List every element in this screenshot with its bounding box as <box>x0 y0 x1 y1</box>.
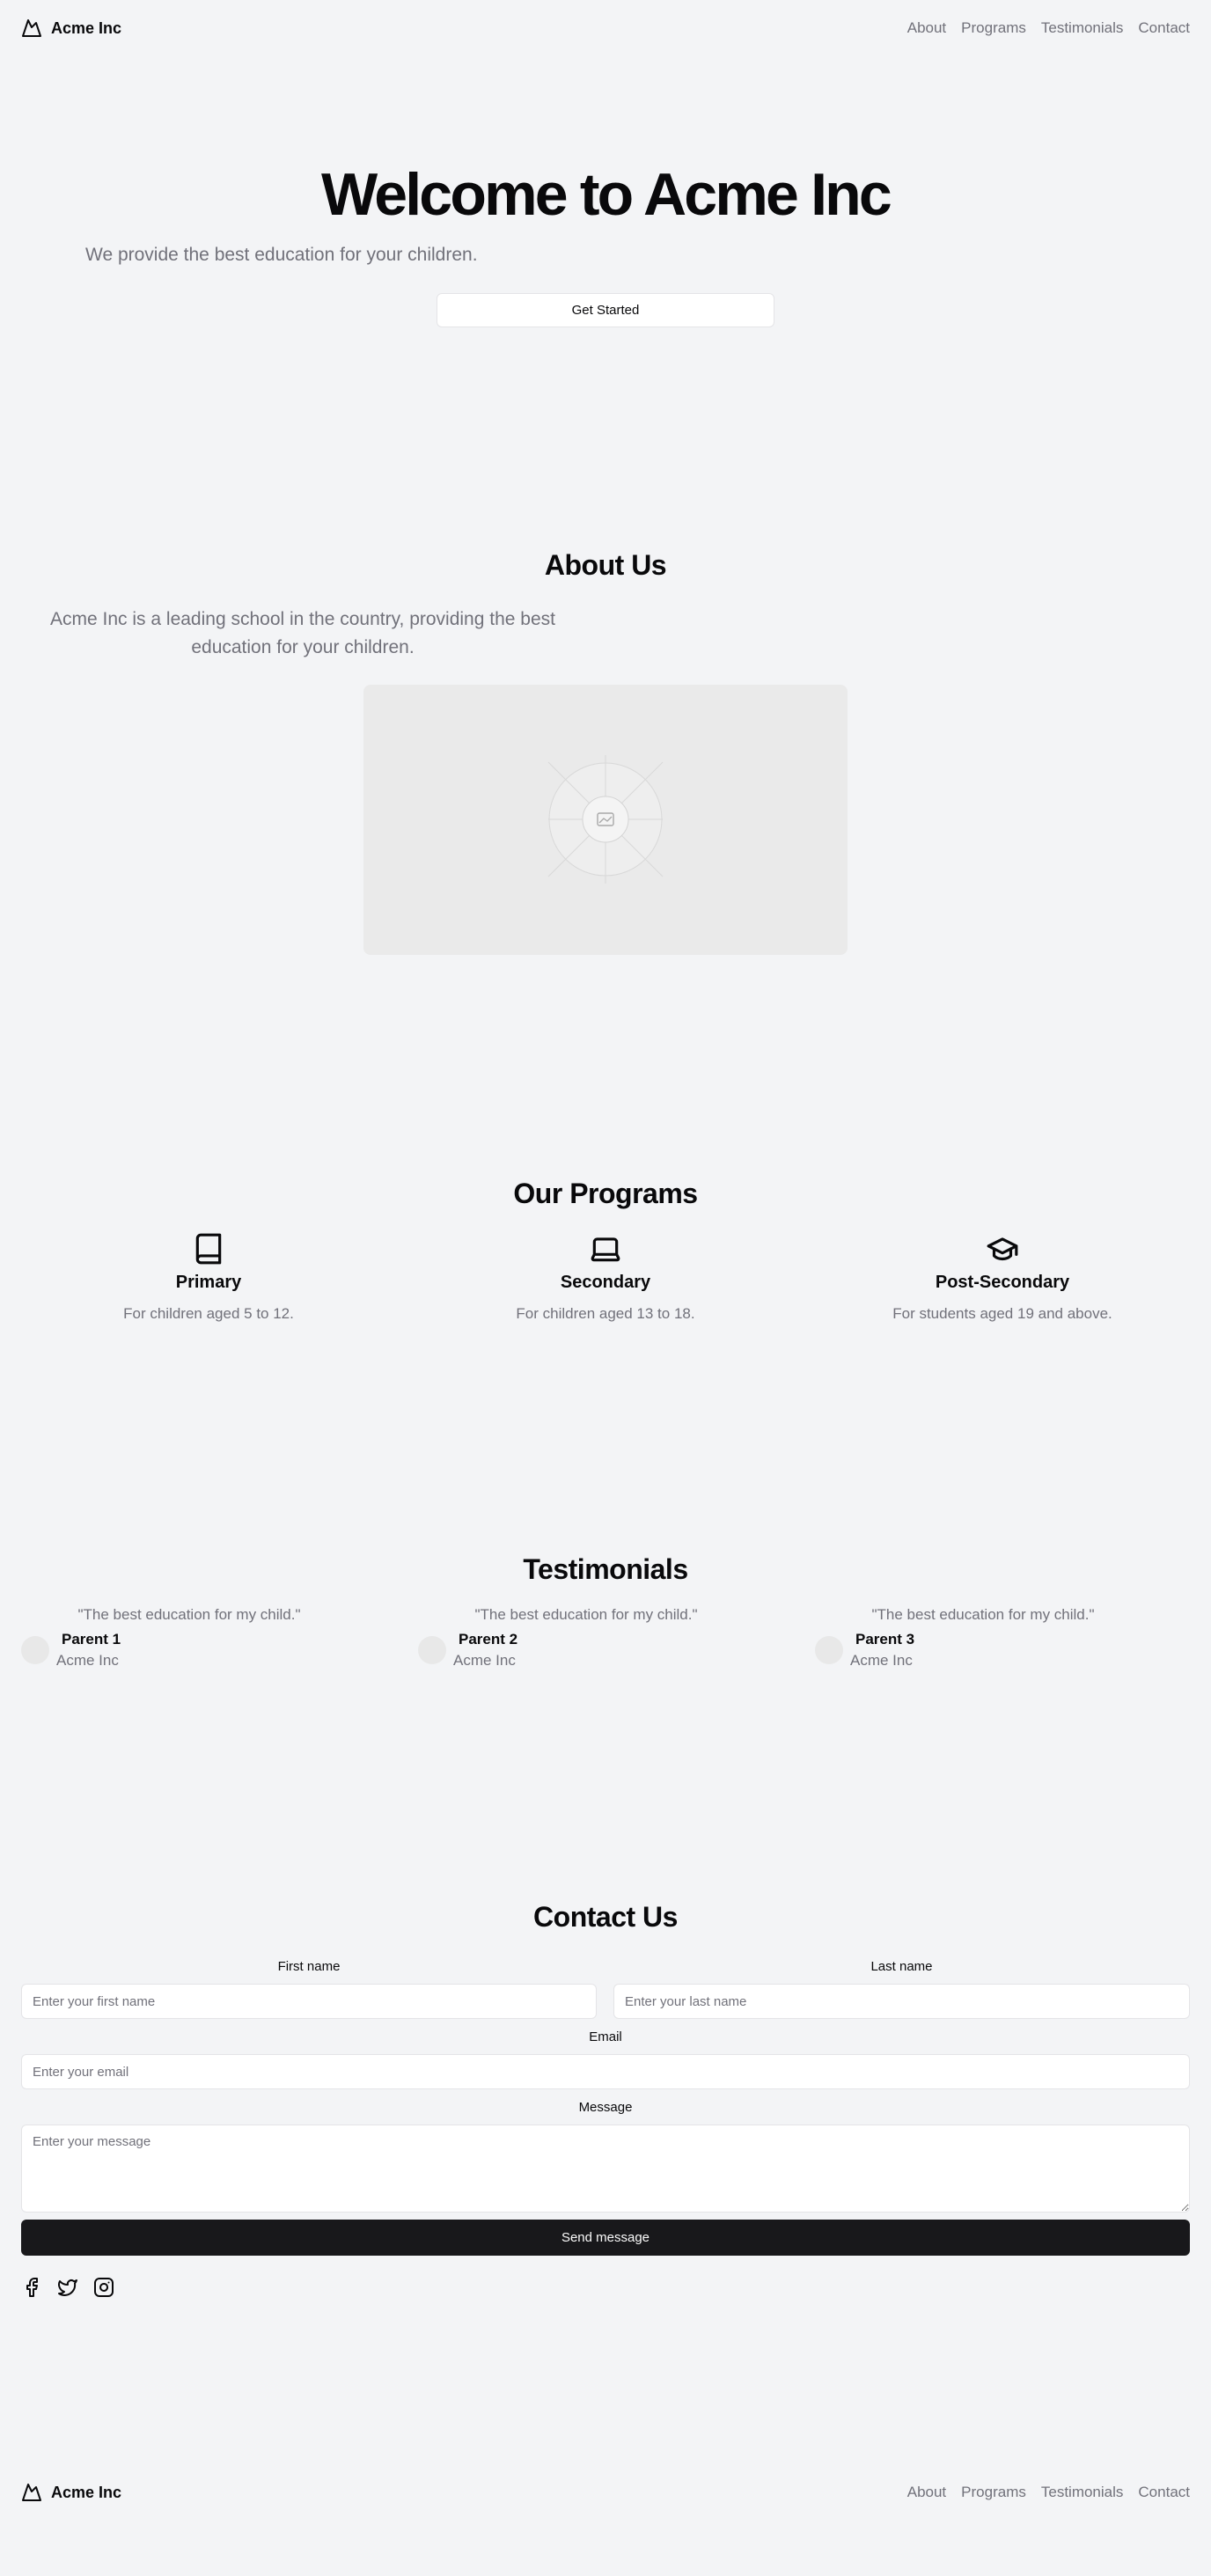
book-icon <box>195 1233 222 1265</box>
site-footer: Acme Inc About Programs Testimonials Con… <box>0 2464 1211 2521</box>
avatar <box>815 1636 843 1664</box>
contact-title: Contact Us <box>533 1901 678 1933</box>
nav-testimonials[interactable]: Testimonials <box>1041 19 1124 37</box>
testimonials-title: Testimonials <box>523 1553 688 1585</box>
get-started-button[interactable]: Get Started <box>437 293 774 327</box>
footer-nav-contact[interactable]: Contact <box>1138 2484 1190 2501</box>
program-desc: For students aged 19 and above. <box>892 1305 1112 1322</box>
social-links <box>21 2277 114 2298</box>
author-org: Acme Inc <box>850 1652 913 1669</box>
mountain-icon <box>22 2484 41 2501</box>
testimonial-card: "The best education for my child." Paren… <box>418 1606 796 1670</box>
graduation-cap-icon <box>987 1237 1018 1261</box>
programs-title: Our Programs <box>513 1178 698 1209</box>
program-desc: For children aged 13 to 18. <box>516 1305 695 1322</box>
send-message-button[interactable]: Send message <box>21 2220 1190 2256</box>
author-name: Parent 2 <box>459 1631 518 1648</box>
testimonial-quote: "The best education for my child." <box>871 1606 1095 1623</box>
program-title: Post-Secondary <box>935 1273 1070 1292</box>
image-placeholder-icon <box>547 755 664 884</box>
nav-about[interactable]: About <box>907 19 946 37</box>
author-name: Parent 1 <box>62 1631 121 1648</box>
last-name-label: Last name <box>870 1959 933 1974</box>
brand-name: Acme Inc <box>51 18 122 37</box>
footer-nav-programs[interactable]: Programs <box>961 2484 1026 2501</box>
instagram-link[interactable] <box>93 2277 114 2298</box>
instagram-icon <box>94 2278 114 2297</box>
author-org: Acme Inc <box>453 1652 516 1669</box>
program-card-secondary: Secondary For children aged 13 to 18. <box>456 1232 755 1323</box>
footer-brand-name: Acme Inc <box>51 2483 122 2501</box>
testimonial-author: Parent 2 Acme Inc <box>418 1631 796 1670</box>
footer-brand-link[interactable]: Acme Inc <box>21 2482 121 2503</box>
main-nav: About Programs Testimonials Contact <box>907 19 1190 37</box>
testimonial-author: Parent 3 Acme Inc <box>815 1631 1193 1670</box>
site-header: Acme Inc About Programs Testimonials Con… <box>0 0 1211 56</box>
program-desc: For children aged 5 to 12. <box>123 1305 294 1322</box>
nav-contact[interactable]: Contact <box>1138 19 1190 37</box>
author-org: Acme Inc <box>56 1652 119 1669</box>
laptop-icon <box>591 1237 620 1262</box>
footer-nav-testimonials[interactable]: Testimonials <box>1041 2484 1124 2501</box>
footer-nav-about[interactable]: About <box>907 2484 946 2501</box>
message-label: Message <box>578 2100 633 2115</box>
about-title: About Us <box>544 549 667 581</box>
email-field[interactable] <box>21 2054 1190 2089</box>
about-text: Acme Inc is a leading school in the coun… <box>50 609 555 657</box>
testimonial-quote: "The best education for my child." <box>474 1606 698 1623</box>
avatar <box>418 1636 446 1664</box>
mountain-icon <box>22 19 41 37</box>
message-field[interactable] <box>21 2125 1190 2213</box>
footer-nav: About Programs Testimonials Contact <box>907 2484 1190 2501</box>
testimonial-card: "The best education for my child." Paren… <box>815 1606 1193 1670</box>
program-title: Primary <box>175 1273 242 1292</box>
avatar <box>21 1636 49 1664</box>
facebook-link[interactable] <box>21 2277 42 2298</box>
program-card-primary: Primary For children aged 5 to 12. <box>59 1232 358 1323</box>
facebook-icon <box>26 2278 38 2297</box>
author-name: Parent 3 <box>855 1631 915 1648</box>
program-title: Secondary <box>560 1273 651 1292</box>
first-name-field[interactable] <box>21 1984 597 2019</box>
brand-link[interactable]: Acme Inc <box>21 18 121 39</box>
email-label: Email <box>589 2029 622 2044</box>
program-card-post-secondary: Post-Secondary For students aged 19 and … <box>853 1232 1152 1323</box>
last-name-field[interactable] <box>613 1984 1190 2019</box>
testimonial-card: "The best education for my child." Paren… <box>21 1606 400 1670</box>
first-name-label: First name <box>277 1959 341 1974</box>
testimonial-author: Parent 1 Acme Inc <box>21 1631 400 1670</box>
testimonial-quote: "The best education for my child." <box>77 1606 301 1623</box>
twitter-link[interactable] <box>57 2277 78 2298</box>
hero-subtitle: We provide the best education for your c… <box>85 245 478 265</box>
hero-title: Welcome to Acme Inc <box>321 161 892 228</box>
twitter-icon <box>58 2279 77 2296</box>
nav-programs[interactable]: Programs <box>961 19 1026 37</box>
about-image <box>363 685 848 955</box>
